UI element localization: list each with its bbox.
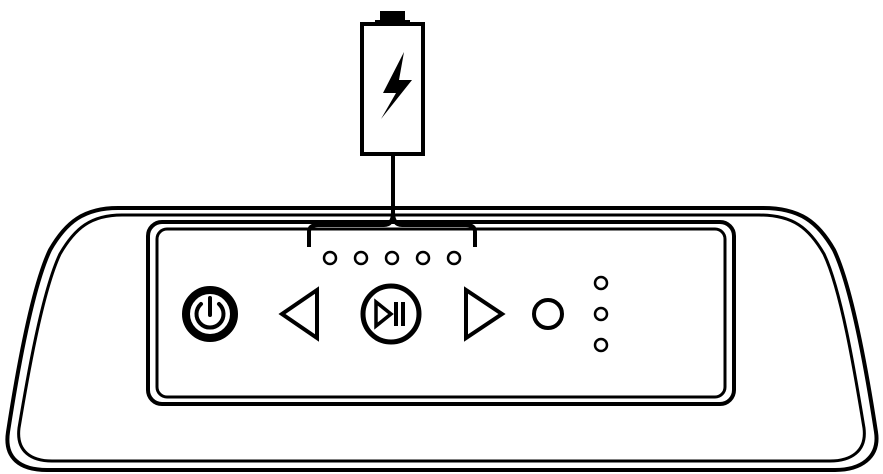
status-led-column xyxy=(593,275,609,353)
play-glyph xyxy=(374,298,394,330)
battery-led-5 xyxy=(446,250,462,266)
play-pause-button[interactable] xyxy=(360,283,422,345)
pause-bar-right xyxy=(401,302,405,326)
pause-bar-left xyxy=(394,302,398,326)
power-button[interactable] xyxy=(182,286,238,342)
speaker-body xyxy=(5,206,879,472)
status-led-1 xyxy=(593,275,609,291)
speaker-outer-outline xyxy=(5,206,879,472)
speaker-inner-outline xyxy=(17,213,866,463)
control-panel-inner xyxy=(155,227,727,399)
battery-led-4 xyxy=(415,250,431,266)
battery-charging-icon xyxy=(360,11,425,156)
status-led-3 xyxy=(593,337,609,353)
power-icon xyxy=(194,296,226,330)
previous-button[interactable] xyxy=(278,286,319,342)
battery-led-1 xyxy=(322,250,338,266)
play-pause-icon xyxy=(374,298,405,330)
battery-led-3 xyxy=(384,250,400,266)
status-led-2 xyxy=(593,306,609,322)
battery-led-2 xyxy=(353,250,369,266)
speaker-diagram-svg xyxy=(5,11,879,472)
battery-led-row xyxy=(322,250,462,266)
speaker-diagram xyxy=(0,0,883,474)
mode-button[interactable] xyxy=(532,298,564,330)
next-button[interactable] xyxy=(464,286,506,342)
